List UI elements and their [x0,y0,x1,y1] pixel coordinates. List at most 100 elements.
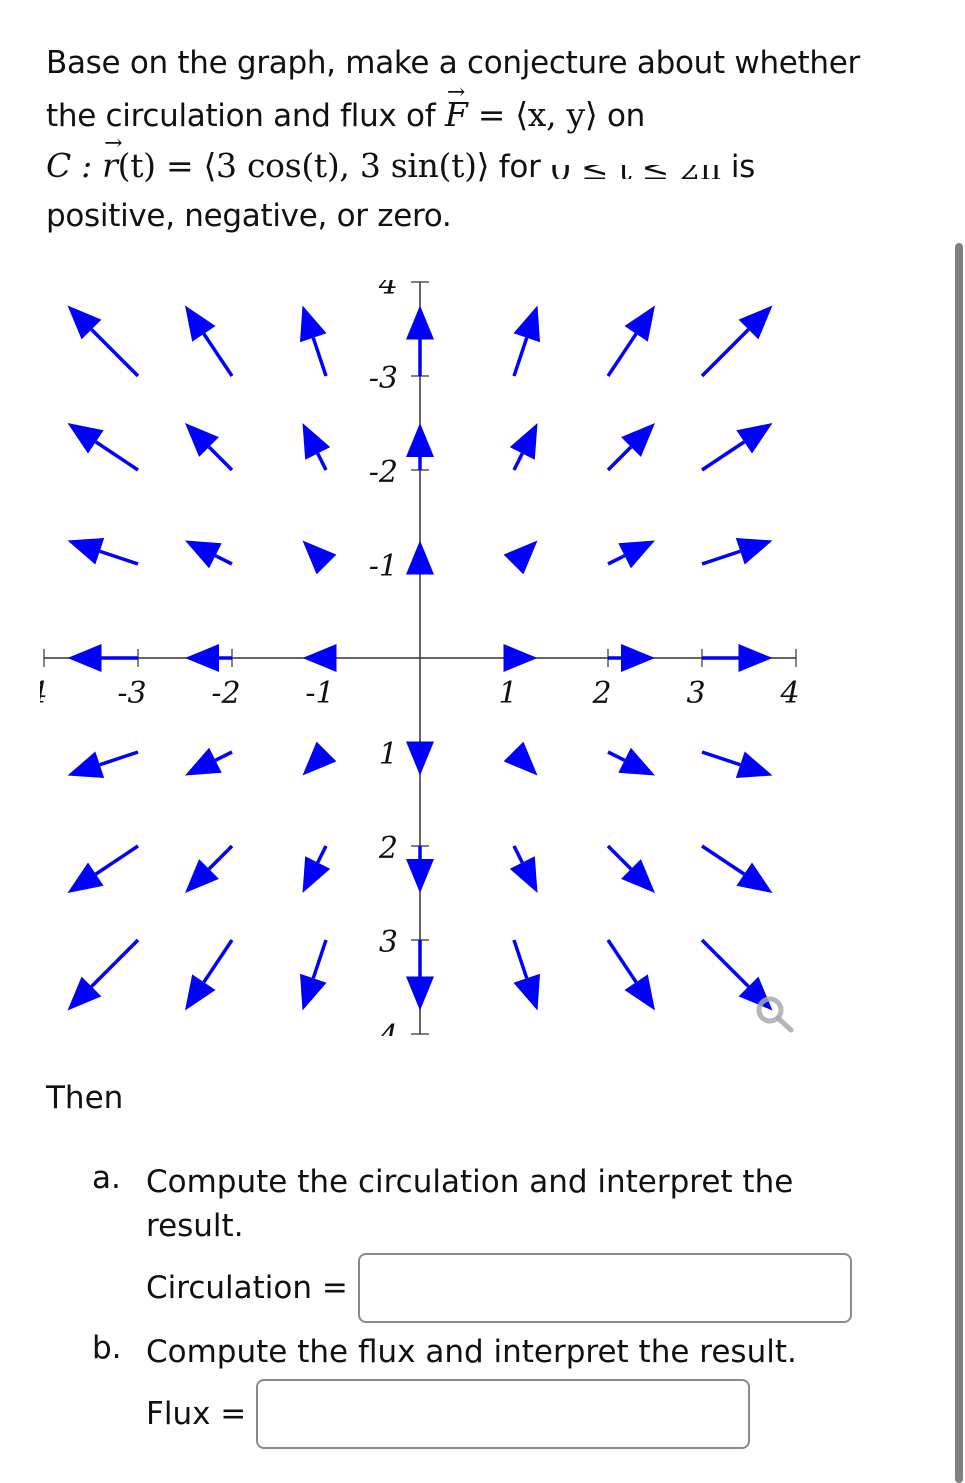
flux-input[interactable] [256,1379,751,1449]
y-tick-label: -3 [369,361,398,396]
x-tick-label: -1 [305,676,334,711]
scrollbar[interactable] [955,243,963,1483]
arrow-shaft [99,750,139,767]
arrow-head [302,540,337,575]
x-tick-label: 2 [591,676,611,711]
curve-vector-symbol: r [102,118,123,191]
arrow-shaft [311,337,328,377]
y-tick-label: -2 [369,455,398,490]
arrow-head [67,751,105,778]
part-a-text: Compute the circulation and interpret th… [146,1164,794,1244]
arrow-head [503,540,538,575]
parameter-range-clipped: 0 ≤ t ≤ 2π [550,165,721,179]
arrow-head [406,423,434,457]
x-tick-label: 4 [27,676,47,711]
arrow-head [67,644,102,672]
y-tick-label: 4 [378,1019,398,1050]
y-tick-label: 4 [378,267,398,302]
circulation-input[interactable] [357,1253,852,1323]
arrow-shaft [607,554,626,566]
arrow-shaft [214,554,233,566]
arrow-shaft [94,440,139,472]
arrow-head [67,423,104,454]
arrow-head [624,974,655,1011]
arrow-shaft [512,452,524,471]
x-tick-label: 4 [779,676,799,711]
arrow-head [406,859,434,893]
arrow-head [185,305,216,342]
arrow-head [406,540,434,575]
arrow-head [513,973,540,1011]
arrow-shaft [701,844,746,876]
arrow-head [300,973,327,1011]
arrow-head [735,751,773,778]
arrow-shaft [512,845,524,864]
arrow-head [513,305,540,343]
curve-definition: (t) = ⟨3 cos(t), 3 sin(t)⟩ [117,146,490,185]
arrow-shaft [700,328,750,378]
arrow-head [503,741,538,776]
field-formula: F = ⟨x, y⟩ [445,67,598,134]
circulation-label: Circulation = [146,1270,348,1306]
arrow-head [406,305,434,340]
arrow-head [738,644,773,672]
magnifier-icon[interactable] [756,996,794,1033]
question-line-2: the circulation and flux of F = ⟨x, y⟩ o… [46,67,926,140]
part-b-marker: b. [92,1330,122,1366]
arrow-shaft [202,939,234,984]
arrow-shaft [202,332,234,377]
arrow-shaft [316,452,328,471]
arrow-shaft [607,750,626,762]
curve-prefix: C : [46,146,103,185]
circulation-answer-row: Circulation = [146,1253,852,1323]
part-b-text: Compute the flux and interpret the resul… [146,1334,797,1370]
arrow-head [735,538,773,565]
y-tick-label: 3 [379,925,398,960]
arrow-shaft [94,844,139,876]
question-line-3: C : r(t) = ⟨3 cos(t), 3 sin(t)⟩ for 0 ≤ … [46,118,926,191]
arrow-head [185,974,216,1011]
arrow-shaft [90,938,140,988]
question-text-is: is [730,149,756,185]
arrow-shaft [311,939,328,979]
x-tick-label: -2 [211,676,240,711]
field-symbol: F [445,67,468,140]
vector-field-chart: 4 -3 -2 -1 1 2 3 4 4 3 2 1 -1 -2 -3 4 [27,267,800,1050]
x-tick-label: -3 [117,676,146,711]
arrow-head [67,538,105,565]
then-label: Then [46,1080,124,1116]
question-text-for: for [498,149,541,185]
question-prompt: Base on the graph, make a conjecture abo… [46,38,926,242]
arrow-shaft [700,938,750,988]
arrow-head [185,644,219,672]
x-tick-label: 3 [686,676,705,711]
question-line-1: Base on the graph, make a conjecture abo… [46,45,860,81]
field-definition: = ⟨x, y⟩ [467,95,598,134]
arrow-head [621,644,655,672]
arrow-shaft [606,332,638,377]
arrow-head [736,862,773,893]
arrow-head [302,644,337,672]
arrow-head [67,862,104,893]
arrow-shaft [99,549,139,566]
arrow-shaft [316,845,328,864]
arrow-shaft [606,939,638,984]
y-tick-label: -1 [369,549,398,584]
question-line-4: positive, negative, or zero. [46,198,452,234]
arrow-shaft [512,939,529,979]
arrow-head [736,423,773,454]
part-a-marker: a. [92,1160,121,1196]
arrow-shaft [512,337,529,377]
arrow-shaft [606,844,633,871]
arrow-head [302,741,337,776]
arrow-shaft [701,440,746,472]
arrow-head [406,741,434,776]
arrow-head [503,644,538,672]
arrow-head [406,976,434,1011]
curve-formula: C : r(t) = ⟨3 cos(t), 3 sin(t)⟩ [46,118,490,185]
flux-answer-row: Flux = [146,1379,751,1449]
arrow-shaft [207,445,234,472]
flux-label: Flux = [146,1396,247,1432]
y-tick-label: 1 [379,737,398,772]
question-text-on: on [606,98,645,134]
